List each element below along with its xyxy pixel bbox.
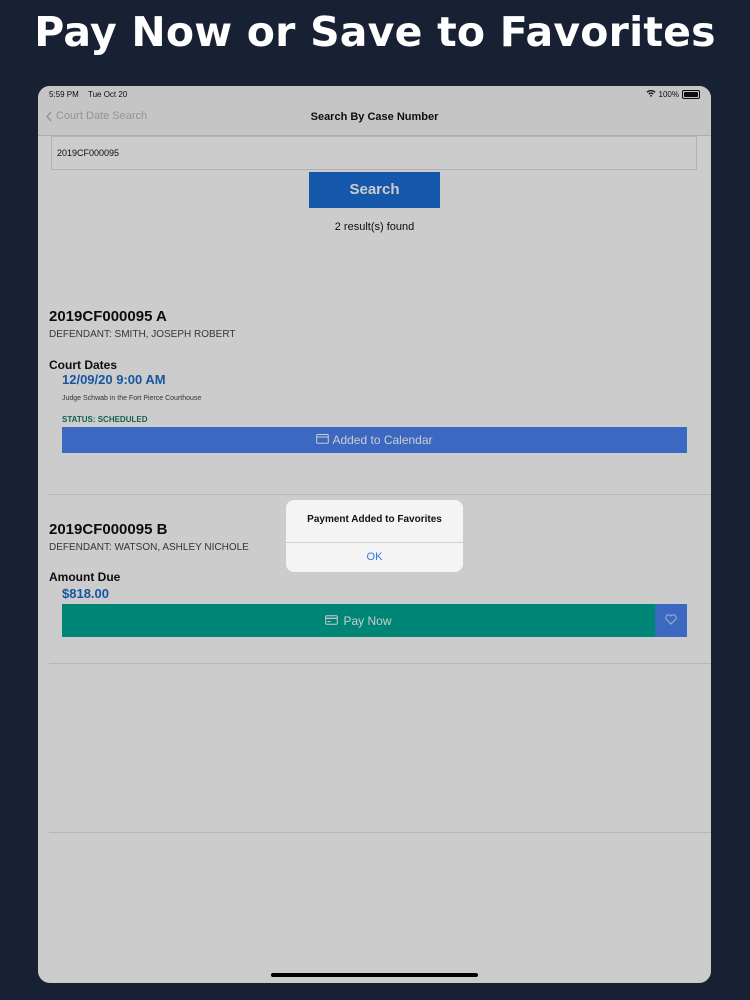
page-headline: Pay Now or Save to Favorites: [34, 8, 716, 56]
home-indicator[interactable]: [271, 973, 478, 977]
alert-title: Payment Added to Favorites: [307, 514, 442, 525]
tablet-screen: 5:59 PM Tue Oct 20 100% Court Date Searc…: [38, 86, 711, 983]
favorites-alert: Payment Added to Favorites OK: [286, 500, 463, 572]
alert-ok-button[interactable]: OK: [286, 543, 463, 572]
